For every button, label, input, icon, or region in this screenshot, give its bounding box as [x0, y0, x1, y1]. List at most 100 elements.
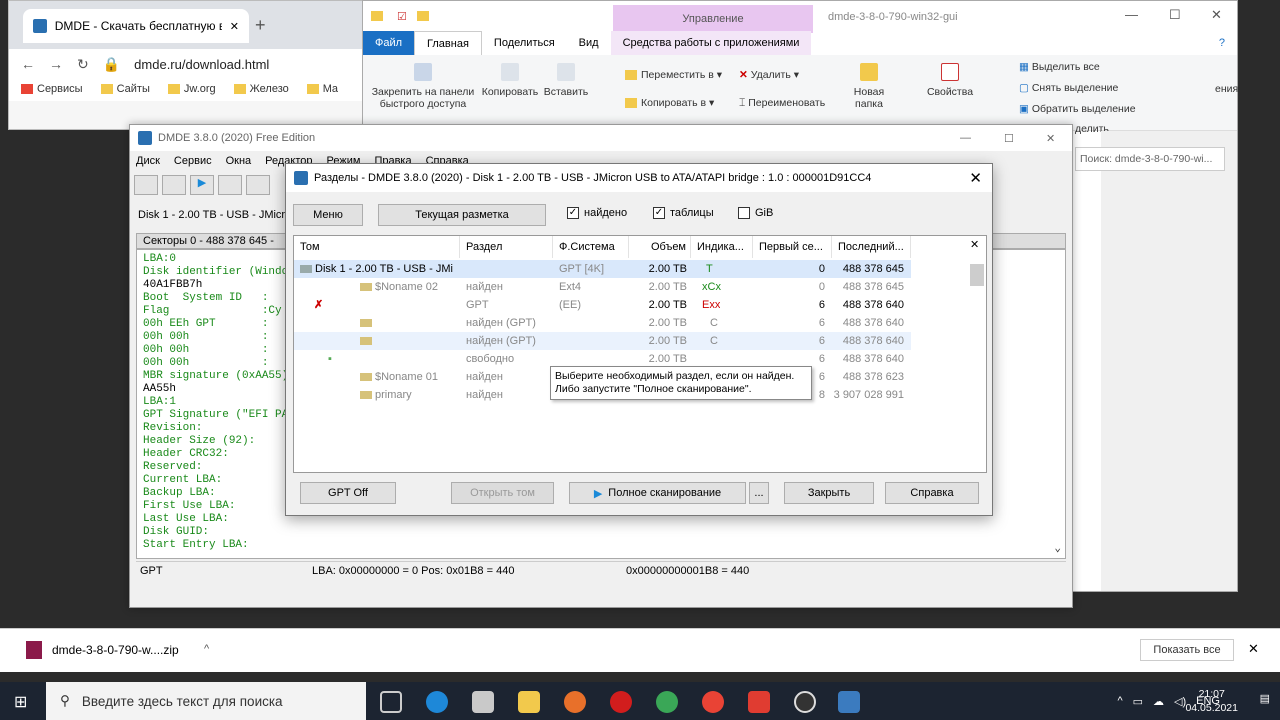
menu-windows[interactable]: Окна: [226, 155, 252, 167]
properties-button[interactable]: Свойства: [925, 63, 975, 98]
bookmark-sites[interactable]: Сайты: [100, 83, 150, 95]
table-scrollbar[interactable]: [970, 264, 984, 286]
forward-icon[interactable]: →: [49, 56, 63, 72]
col-header-indicators[interactable]: Индика...: [691, 236, 753, 258]
play-icon[interactable]: ▶: [190, 175, 214, 195]
close-icon[interactable]: ✕: [970, 238, 979, 251]
partitions-title: Разделы - DMDE 3.8.0 (2020) - Disk 1 - 2…: [314, 172, 872, 184]
table-row[interactable]: Disk 1 - 2.00 TB - USB - JMi GPT [4K] 2.…: [294, 260, 911, 278]
tab-share[interactable]: Поделиться: [482, 31, 567, 55]
copy-to-button[interactable]: Копировать в ▾: [625, 97, 714, 109]
chrome-green-icon[interactable]: [656, 691, 678, 713]
maximize-icon[interactable]: ☐: [1004, 132, 1014, 145]
bookmark-jw[interactable]: Jw.org: [167, 83, 216, 95]
tables-checkbox[interactable]: ✓ таблицы: [653, 207, 714, 219]
browser-tab[interactable]: DMDE - Скачать бесплатную в ✕: [23, 9, 249, 43]
obs-icon[interactable]: [794, 691, 816, 713]
tab-close-icon[interactable]: ✕: [230, 20, 239, 33]
maximize-icon[interactable]: ☐: [1169, 7, 1181, 23]
task-view-icon[interactable]: [380, 691, 402, 713]
minimize-icon[interactable]: —: [960, 132, 971, 144]
new-tab-icon[interactable]: +: [255, 15, 266, 36]
found-checkbox[interactable]: ✓ найдено: [567, 207, 627, 219]
close-icon[interactable]: ✕: [1211, 7, 1222, 23]
rename-button[interactable]: ⌶ Переименовать: [739, 97, 825, 109]
windows-start-icon[interactable]: ⊞: [14, 692, 27, 712]
gpt-off-button[interactable]: GPT Off: [300, 482, 396, 504]
col-header-size[interactable]: Объем: [629, 236, 691, 258]
open-volume-button[interactable]: Открыть том: [451, 482, 554, 504]
select-all-icon: ▦: [1019, 61, 1032, 73]
select-all-button[interactable]: ▦ Выделить все: [1019, 61, 1100, 73]
tab-file[interactable]: Файл: [363, 31, 415, 55]
close-button[interactable]: Закрыть: [784, 482, 874, 504]
table-row[interactable]: $Noname 02 найден Ext4 2.00 TB xCx 0 488…: [294, 278, 911, 296]
current-layout-button[interactable]: Текущая разметка: [378, 204, 546, 226]
pin-button[interactable]: Закрепить на панели быстрого доступа: [369, 63, 477, 110]
menu-disk[interactable]: Диск: [136, 155, 160, 167]
col-header-volume[interactable]: Том: [294, 236, 460, 258]
close-icon[interactable]: ✕: [969, 169, 982, 187]
back-icon[interactable]: ←: [21, 56, 35, 72]
url-field[interactable]: dmde.ru/download.html: [134, 57, 269, 72]
more-button[interactable]: ...: [749, 482, 769, 504]
gib-checkbox[interactable]: GiB: [738, 207, 773, 219]
tab-view[interactable]: Вид: [567, 31, 611, 55]
chevron-up-icon[interactable]: ^: [204, 643, 209, 655]
col-header-partition[interactable]: Раздел: [460, 236, 553, 258]
copy-button[interactable]: Копировать: [479, 63, 541, 98]
menu-service[interactable]: Сервис: [174, 155, 212, 167]
store-icon[interactable]: [472, 691, 494, 713]
bookmark-hardware[interactable]: Железо: [233, 83, 289, 95]
dmde-taskbar-icon[interactable]: [838, 691, 860, 713]
browser-tabbar: DMDE - Скачать бесплатную в ✕ +: [9, 1, 379, 49]
menu-button[interactable]: Меню: [293, 204, 363, 226]
search-icon[interactable]: [246, 175, 270, 195]
partitions-icon[interactable]: [162, 175, 186, 195]
firefox-icon[interactable]: [564, 691, 586, 713]
bookmarks-bar: Сервисы Сайты Jw.org Железо Ma: [9, 79, 379, 99]
col-header-fs[interactable]: Ф.Система: [553, 236, 629, 258]
table-row[interactable]: найден (GPT) 2.00 TB C 6 488 378 640: [294, 314, 911, 332]
network-icon[interactable]: ▭: [1133, 695, 1143, 708]
delete-button[interactable]: ✕ Удалить ▾: [739, 69, 799, 81]
explorer-icon[interactable]: [518, 691, 540, 713]
move-to-button[interactable]: Переместить в ▾: [625, 69, 722, 81]
onedrive-icon[interactable]: ☁: [1153, 695, 1164, 708]
vivaldi-icon[interactable]: [748, 691, 770, 713]
show-all-button[interactable]: Показать все: [1140, 639, 1234, 661]
reload-icon[interactable]: ↻: [77, 56, 89, 73]
toolbar-icon[interactable]: [218, 175, 242, 195]
bookmark-services[interactable]: Сервисы: [21, 83, 83, 95]
help-icon[interactable]: ?: [1207, 31, 1237, 55]
close-icon[interactable]: ✕: [1248, 641, 1259, 657]
taskbar-search[interactable]: ⚲ Введите здесь текст для поиска: [46, 682, 366, 720]
close-icon[interactable]: ✕: [1046, 132, 1055, 145]
invert-selection-button[interactable]: ▣ Обратить выделение: [1019, 103, 1136, 115]
scroll-down-icon[interactable]: ⌄: [1054, 543, 1061, 556]
full-scan-button[interactable]: ▶ Полное сканирование: [569, 482, 746, 504]
col-header-first-sector[interactable]: Первый се...: [753, 236, 832, 258]
clock[interactable]: 21:07 04.05.2021: [1185, 687, 1238, 715]
tab-app-tools[interactable]: Средства работы с приложениями: [610, 31, 812, 55]
download-item[interactable]: dmde-3-8-0-790-w....zip: [52, 643, 179, 657]
volume-icon[interactable]: ◁): [1174, 695, 1186, 708]
drive-icon[interactable]: [134, 175, 158, 195]
minimize-icon[interactable]: —: [1125, 7, 1138, 22]
paste-button[interactable]: Вставить: [543, 63, 589, 98]
table-row[interactable]: ✗ GPT (EE) 2.00 TB Exx 6 488 378 640: [294, 296, 911, 314]
browser-window: DMDE - Скачать бесплатную в ✕ + ← → ↻ 🔒 …: [8, 0, 380, 130]
tab-home[interactable]: Главная: [414, 30, 482, 56]
col-header-last-sector[interactable]: Последний...: [832, 236, 911, 258]
explorer-search[interactable]: Поиск: dmde-3-8-0-790-wi...: [1075, 147, 1225, 171]
edge-icon[interactable]: [426, 691, 448, 713]
new-folder-button[interactable]: Новая папка: [847, 63, 891, 110]
deselect-button[interactable]: ▢ Снять выделение: [1019, 82, 1118, 94]
bookmark-ma[interactable]: Ma: [306, 83, 338, 95]
opera-icon[interactable]: [610, 691, 632, 713]
chrome-icon[interactable]: [702, 691, 724, 713]
notifications-icon[interactable]: ▤: [1260, 692, 1270, 705]
table-row[interactable]: найден (GPT) 2.00 TB C 6 488 378 640: [294, 332, 911, 350]
help-button[interactable]: Справка: [885, 482, 979, 504]
tray-chevron-icon[interactable]: ^: [1117, 695, 1122, 707]
